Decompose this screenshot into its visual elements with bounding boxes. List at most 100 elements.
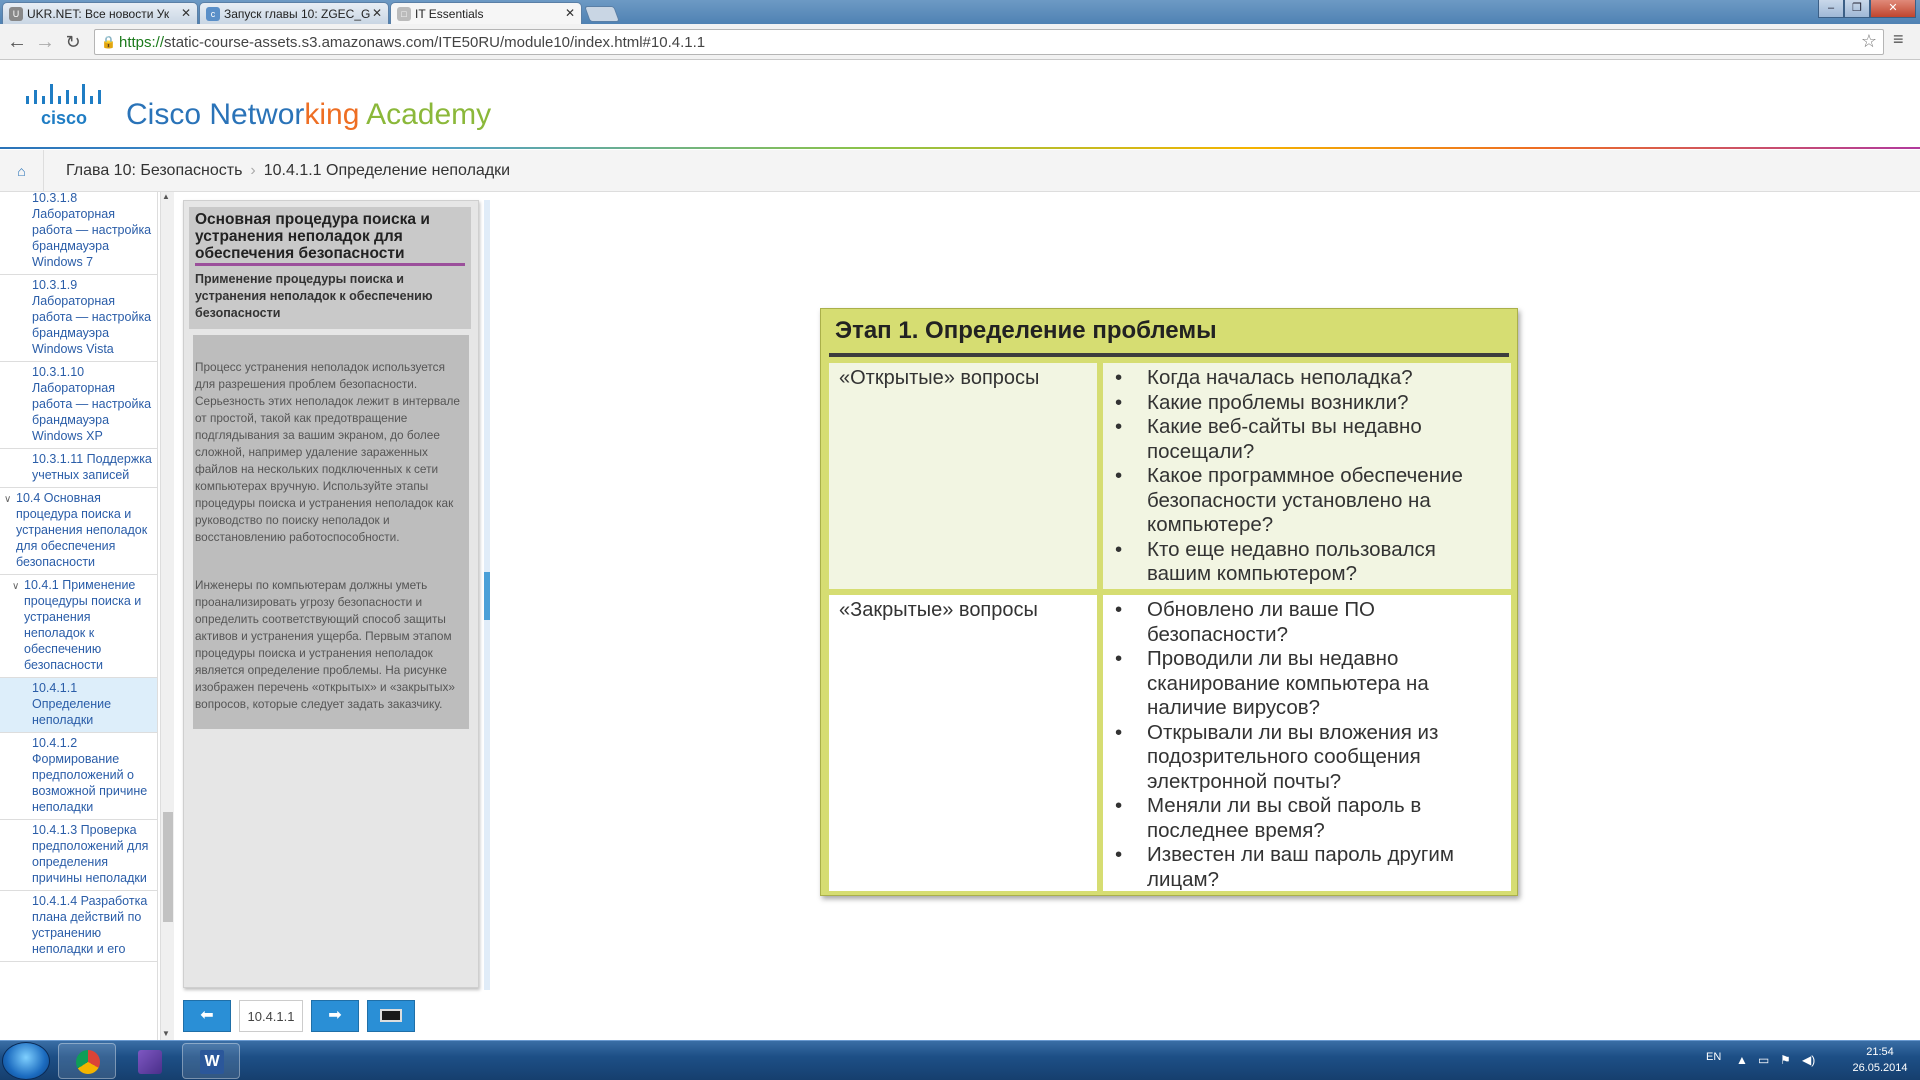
figure-title-rule — [829, 353, 1509, 357]
sidebar-item-10-4-1-4[interactable]: 10.4.1.4 Разработка плана действий по ус… — [0, 891, 157, 962]
browser-tab-strip: U UKR.NET: Все новости Ук ✕ c Запуск гла… — [0, 0, 1920, 25]
sidebar-item-10-3-1-11[interactable]: 10.3.1.11 Поддержка учетных записей — [0, 449, 157, 488]
sidebar-item-label: 10.4.1.1 Определение неполадки — [32, 681, 112, 727]
academy-brand[interactable]: Cisco Networking Academy — [126, 98, 491, 132]
clock-date[interactable]: 26.05.2014 — [1840, 1062, 1920, 1074]
show-hidden-icons-icon[interactable]: ▲ — [1736, 1053, 1748, 1067]
sidebar-item-10-4-1-1[interactable]: 10.4.1.1 Определение неполадки — [0, 678, 157, 733]
scrollbar-thumb[interactable] — [163, 812, 173, 922]
url-path: static-course-assets.s3.amazonaws.com/IT… — [164, 34, 706, 51]
reload-icon[interactable]: ↻ — [60, 29, 86, 55]
browser-tab-it-essentials[interactable]: □ IT Essentials ✕ — [390, 2, 582, 25]
list-item: Какие веб-сайты вы недавно посещали? — [1111, 415, 1503, 464]
breadcrumb-topic: 10.4.1.1 Определение неполадки — [263, 162, 511, 179]
list-item: Кто еще недавно пользовался вашим компью… — [1111, 538, 1503, 587]
input-language[interactable]: EN — [1706, 1051, 1721, 1063]
chevron-down-icon[interactable]: ∨ — [12, 579, 19, 595]
problem-identification-figure: Этап 1. Определение проблемы «Открытые» … — [820, 308, 1518, 896]
open-questions-list: Когда началась неполадка? Какие проблемы… — [1111, 366, 1503, 587]
list-item: Меняли ли вы свой пароль в последнее вре… — [1111, 794, 1503, 843]
close-tab-icon[interactable]: ✕ — [565, 6, 575, 20]
word-taskbar-button[interactable]: W — [182, 1043, 240, 1079]
open-questions-label-cell: «Открытые» вопросы — [829, 363, 1097, 589]
chrome-menu-icon[interactable]: ≡ — [1893, 29, 1904, 50]
sidebar-item-label: 10.4 Основная процедура поиска и устране… — [16, 491, 148, 569]
prev-page-button[interactable]: ⬅ — [183, 1000, 231, 1032]
brand-part1: Cisco Networ — [126, 98, 305, 131]
closed-questions-cell: Обновлено ли ваше ПО безопасности? Прово… — [1103, 595, 1511, 891]
lesson-paragraph: Инженеры по компьютерам должны уметь про… — [195, 578, 455, 711]
action-center-flag-icon[interactable]: ⚑ — [1780, 1053, 1791, 1067]
brand-part2: king — [304, 98, 360, 131]
browser-tab-zgec[interactable]: c Запуск главы 10: ZGEC_G ✕ — [199, 2, 389, 24]
visual-studio-icon — [138, 1050, 162, 1074]
next-page-button[interactable]: ➡ — [311, 1000, 359, 1032]
lesson-paragraph: Процесс устранения неполадок используетс… — [195, 360, 460, 544]
sidebar-item-10-3-1-10[interactable]: 10.3.1.10 Лабораторная работа — настройк… — [0, 362, 157, 449]
forward-arrow-icon[interactable]: → — [32, 29, 58, 55]
tab-title: UKR.NET: Все новости Ук — [27, 7, 170, 21]
word-icon: W — [200, 1050, 224, 1074]
closed-questions-label-cell: «Закрытые» вопросы — [829, 595, 1097, 891]
open-questions-label: «Открытые» вопросы — [839, 367, 1040, 389]
page-number: 10.4.1.1 — [239, 1000, 303, 1032]
new-tab-button[interactable] — [584, 6, 620, 22]
sidebar-item-label: 10.4.1.3 Проверка предположений для опре… — [32, 823, 149, 885]
ukrnet-favicon-icon: U — [9, 7, 23, 21]
sidebar-item-10-3-1-9[interactable]: 10.3.1.9 Лабораторная работа — настройка… — [0, 275, 157, 362]
tab-title: Запуск главы 10: ZGEC_G — [224, 7, 371, 21]
site-header: cisco Cisco Networking Academy — [0, 60, 1920, 148]
sidebar-item-10-4[interactable]: ∨ 10.4 Основная процедура поиска и устран… — [0, 488, 157, 575]
closed-questions-list: Обновлено ли ваше ПО безопасности? Прово… — [1111, 598, 1503, 891]
list-item: Проводили ли вы недавно сканирование ком… — [1111, 647, 1503, 721]
header-divider — [0, 147, 1920, 149]
screen-icon — [380, 1009, 402, 1023]
sidebar-item-10-4-1-2[interactable]: 10.4.1.2 Формирование предположений о во… — [0, 733, 157, 820]
list-item: Когда началась неполадка? — [1111, 366, 1503, 391]
figure-title: Этап 1. Определение проблемы — [835, 317, 1217, 344]
maximize-window-button[interactable]: ❐ — [1844, 0, 1870, 18]
minimize-window-button[interactable]: ‒ — [1818, 0, 1844, 18]
network-icon[interactable]: ▭ — [1758, 1053, 1769, 1067]
chrome-taskbar-button[interactable] — [58, 1043, 116, 1079]
sidebar-item-label: 10.3.1.10 Лабораторная работа — настройк… — [32, 365, 152, 443]
close-tab-icon[interactable]: ✕ — [372, 6, 382, 20]
chevron-down-icon[interactable]: ∨ — [4, 492, 11, 508]
scroll-up-icon[interactable]: ▲ — [162, 192, 170, 201]
back-arrow-icon[interactable]: ← — [4, 29, 30, 55]
start-button[interactable] — [2, 1042, 50, 1080]
sidebar-item-10-4-1[interactable]: ∨ 10.4.1 Применение процедуры поиска и ус… — [0, 575, 157, 678]
clock-time[interactable]: 21:54 — [1850, 1046, 1910, 1058]
panel-body: Процесс устранения неполадок используетс… — [193, 335, 469, 729]
volume-icon[interactable]: ◀) — [1802, 1053, 1815, 1067]
cisco-favicon-icon: c — [206, 7, 220, 21]
tab-title: IT Essentials — [415, 7, 484, 21]
lesson-text-panel: Основная процедура поиска и устранения н… — [183, 200, 479, 988]
sidebar-item-label: 10.4.1 Применение процедуры поиска и уст… — [24, 578, 142, 672]
page-favicon-icon: □ — [397, 7, 411, 21]
panel-resize-handle[interactable] — [484, 572, 490, 620]
sidebar-item-10-3-1-8[interactable]: 10.3.1.8 Лабораторная работа — настройка… — [0, 192, 157, 275]
breadcrumb-trail: Глава 10: Безопасность › 10.4.1.1 Определе… — [66, 162, 510, 180]
breadcrumb-chapter[interactable]: Глава 10: Безопасность — [66, 162, 242, 179]
course-navigation-sidebar: 10.3.1.8 Лабораторная работа — настройка… — [0, 192, 158, 1040]
arrow-left-icon: ⬅ — [200, 1007, 214, 1024]
sidebar-scrollbar[interactable]: ▲ ▼ — [160, 192, 174, 1040]
closed-questions-label: «Закрытые» вопросы — [839, 599, 1038, 621]
close-tab-icon[interactable]: ✕ — [181, 6, 191, 20]
sidebar-item-label: 10.4.1.2 Формирование предположений о во… — [32, 736, 148, 814]
visual-studio-taskbar-button[interactable] — [120, 1043, 178, 1079]
cisco-logo[interactable]: cisco — [22, 80, 108, 128]
bookmark-star-icon[interactable]: ☆ — [1861, 31, 1877, 52]
browser-tab-ukrnet[interactable]: U UKR.NET: Все новости Ук ✕ — [2, 2, 198, 24]
fullscreen-button[interactable] — [367, 1000, 415, 1032]
scroll-down-icon[interactable]: ▼ — [162, 1029, 170, 1038]
address-bar[interactable]: 🔒 https://static-course-assets.s3.amazon… — [94, 29, 1884, 55]
sidebar-item-10-4-1-3[interactable]: 10.4.1.3 Проверка предположений для опре… — [0, 820, 157, 891]
url-text[interactable]: https://static-course-assets.s3.amazonaw… — [119, 34, 705, 51]
home-icon[interactable]: ⌂ — [0, 150, 44, 192]
panel-header: Основная процедура поиска и устранения н… — [189, 207, 471, 329]
close-window-button[interactable]: ✕ — [1870, 0, 1916, 18]
system-tray: EN ▲ ▭ ⚑ ◀) 21:54 26.05.2014 — [1700, 1041, 1920, 1080]
panel-subtitle: Применение процедуры поиска и устранения… — [195, 272, 433, 320]
